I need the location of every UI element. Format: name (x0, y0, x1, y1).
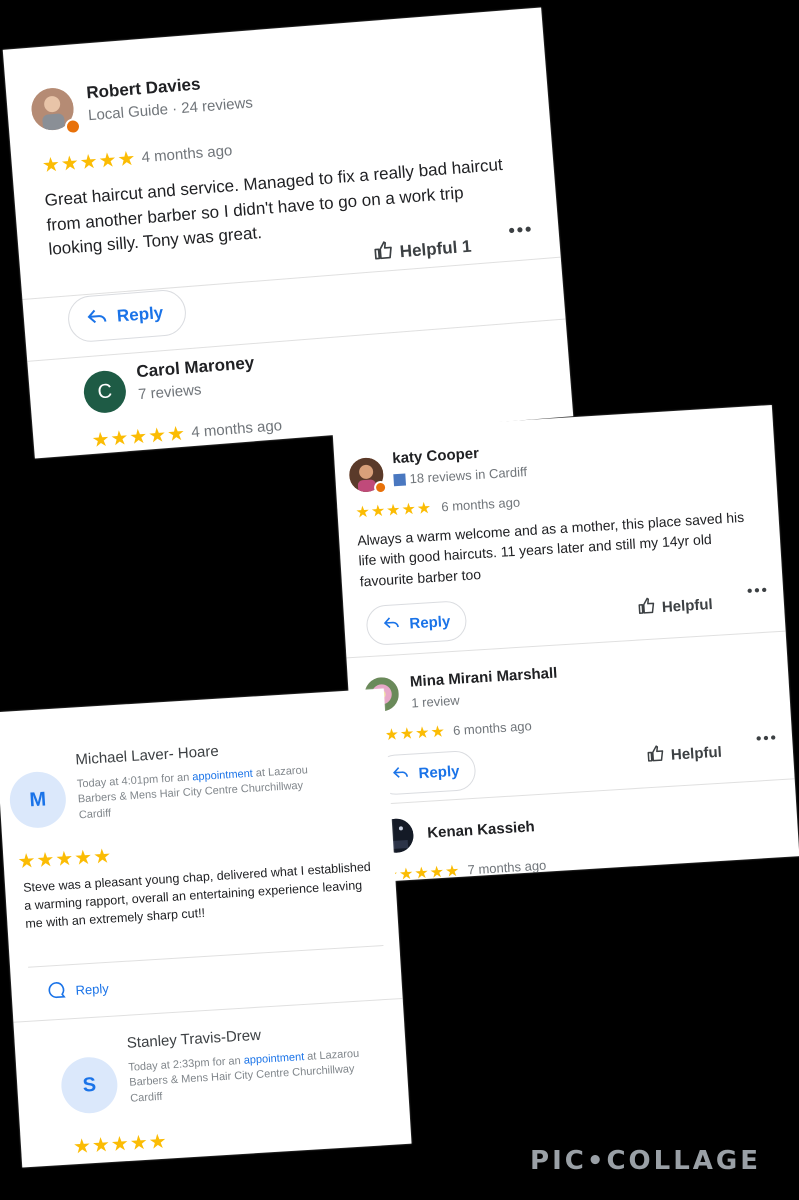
divider (28, 945, 384, 968)
reviewer-name[interactable]: Stanley Travis-Drew (126, 1027, 261, 1052)
review-card-1: Robert Davies Local Guide · 24 reviews ★… (2, 7, 574, 459)
reviewer-meta-text: 18 reviews in Cardiff (409, 464, 528, 487)
helpful-label: Helpful 1 (399, 236, 473, 261)
reviewer-meta: Today at 4:01pm for an appointment at La… (77, 762, 329, 823)
star-rating: ★★★★★ (72, 1130, 169, 1159)
reply-arrow-icon (392, 765, 409, 784)
reviewer-meta: 18 reviews in Cardiff (393, 464, 527, 487)
divider (22, 256, 561, 301)
more-options-icon[interactable]: ••• (756, 729, 779, 747)
reply-label: Reply (408, 612, 451, 633)
thumbs-up-icon (646, 744, 665, 767)
thumbs-up-icon (373, 240, 395, 266)
avatar-initial: M (28, 787, 47, 811)
appointment-link[interactable]: appointment (243, 1051, 304, 1067)
review-time: 4 months ago (140, 142, 233, 167)
building-icon (393, 472, 406, 486)
reply-button[interactable]: Reply (66, 288, 188, 344)
reply-label: Reply (418, 762, 460, 782)
helpful-label: Helpful (661, 595, 714, 616)
review-card-3: M Michael Laver- Hoare Today at 4:01pm f… (0, 688, 412, 1168)
review-text: Always a warm welcome and as a mother, t… (356, 508, 745, 590)
reviewer-meta: Today at 2:33pm for an appointment at La… (128, 1046, 380, 1107)
review-time: 7 months ago (467, 857, 547, 878)
divider (13, 997, 403, 1023)
local-guide-badge-icon (373, 480, 388, 495)
review-time: 6 months ago (452, 718, 533, 739)
helpful-label: Helpful (670, 743, 723, 764)
star-rating: ★★★★★ (90, 422, 187, 453)
local-guide-badge-icon (64, 117, 82, 136)
more-options-icon[interactable]: ••• (747, 582, 770, 600)
reviewer-meta: 1 review (410, 692, 461, 711)
reviewer-meta: 7 reviews (137, 381, 203, 404)
helpful-button[interactable]: Helpful (646, 741, 722, 768)
comment-icon (47, 981, 66, 1003)
reply-arrow-icon (383, 615, 400, 634)
reviewer-avatar[interactable]: S (59, 1055, 120, 1115)
reviewer-name[interactable]: katy Cooper (392, 445, 480, 467)
appointment-link[interactable]: appointment (192, 768, 253, 784)
reviewer-avatar[interactable]: C (82, 369, 128, 415)
reply-button[interactable]: Reply (47, 978, 109, 1003)
star-rating: ★★★★★ (41, 147, 138, 178)
avatar-initial: S (82, 1073, 97, 1097)
reviewer-avatar[interactable]: M (8, 770, 68, 830)
review-time: 6 months ago (440, 494, 521, 515)
reviewer-name[interactable]: Mina Mirani Marshall (410, 665, 558, 691)
more-options-icon[interactable]: ••• (508, 219, 534, 242)
thumbs-up-icon (637, 596, 656, 619)
reply-label: Reply (75, 980, 110, 998)
pic-collage-watermark: PIC•COLLAGE (530, 1146, 761, 1176)
review-time: 4 months ago (190, 417, 283, 442)
helpful-button[interactable]: Helpful 1 (373, 234, 472, 267)
reply-label: Reply (116, 303, 164, 326)
reviewer-name[interactable]: Carol Maroney (136, 353, 255, 382)
reviewer-name[interactable]: Kenan Kassieh (427, 818, 535, 842)
star-rating: ★★★★★ (16, 845, 113, 874)
star-rating: ★★★★★ (355, 499, 433, 522)
reply-button[interactable]: Reply (365, 600, 468, 647)
avatar-initial: C (96, 379, 113, 403)
reply-arrow-icon (86, 307, 108, 330)
review-card-2: katy Cooper 18 reviews in Cardiff ★★★★★ … (332, 404, 799, 884)
reviewer-name[interactable]: Michael Laver- Hoare (75, 743, 219, 769)
helpful-button[interactable]: Helpful (637, 593, 713, 620)
